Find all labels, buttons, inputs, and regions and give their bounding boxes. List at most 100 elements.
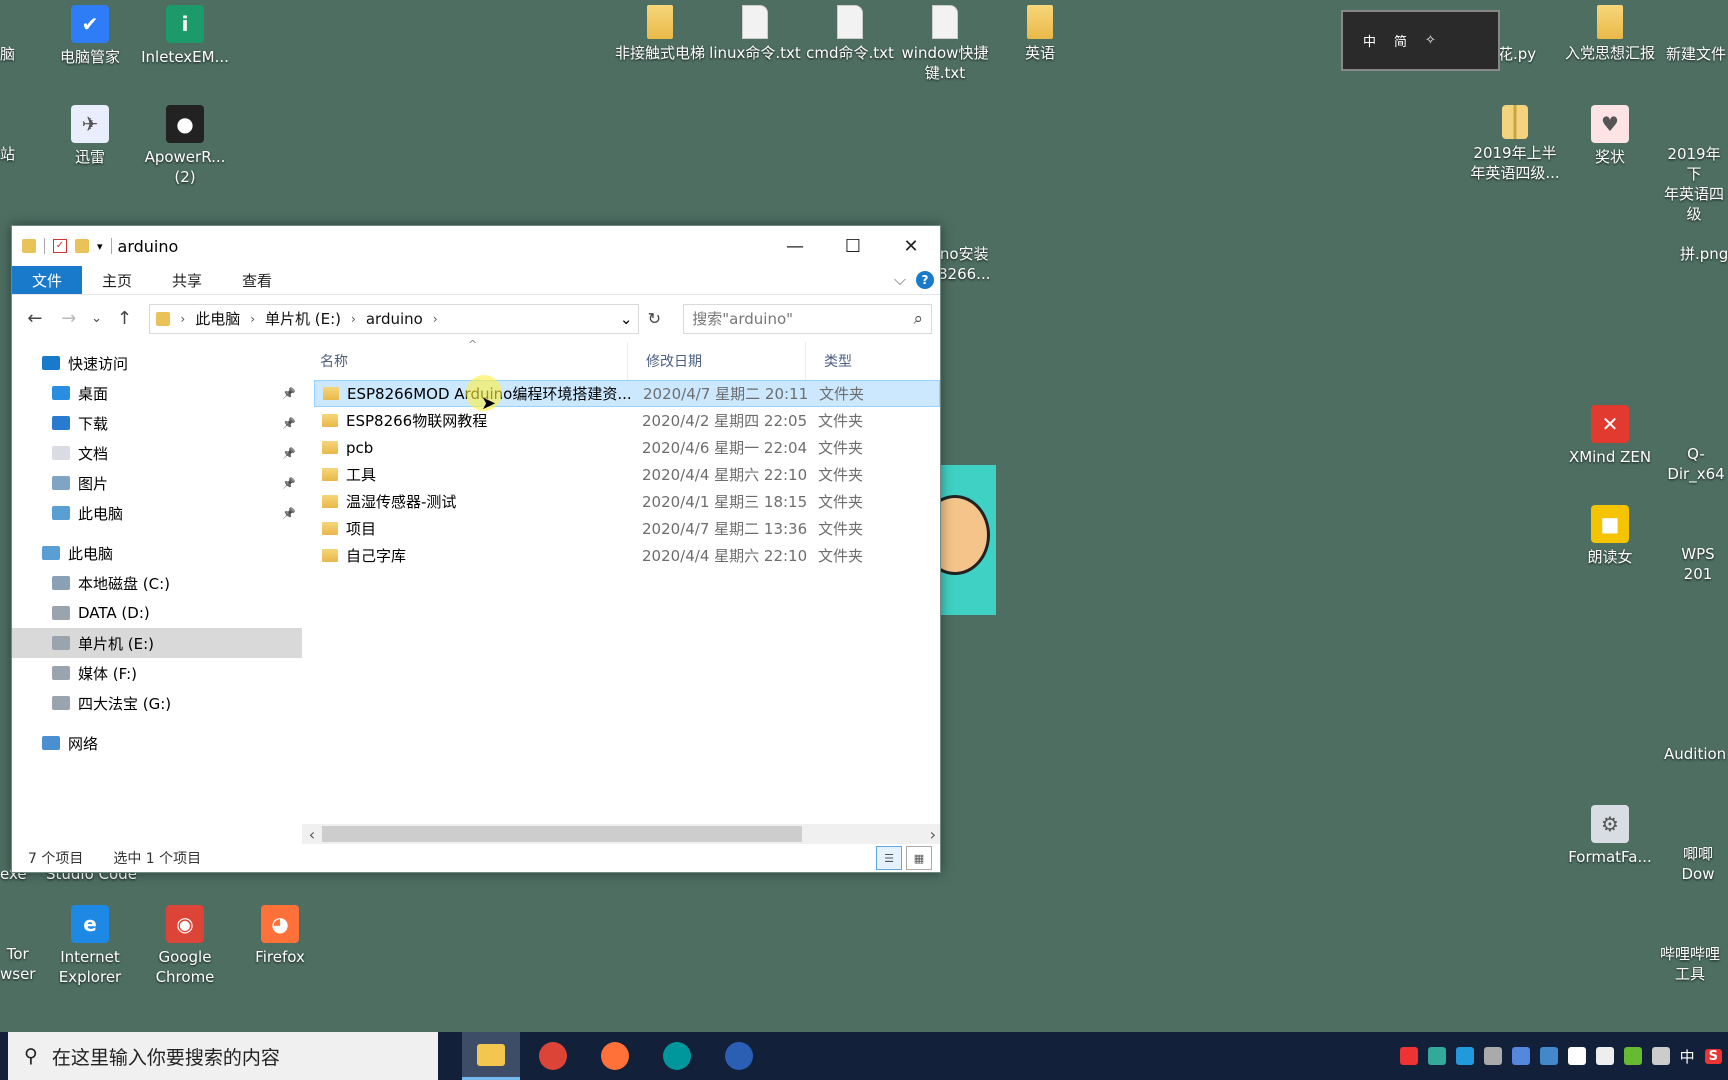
maximize-button[interactable]: ☐ bbox=[824, 226, 882, 266]
refresh-button[interactable]: ↻ bbox=[643, 304, 665, 334]
scroll-right-button[interactable]: › bbox=[930, 825, 936, 844]
desktop-icon[interactable]: ✔ 电脑管家 bbox=[42, 5, 138, 67]
desktop-icon-label-partial[interactable]: no安装 8266... bbox=[938, 244, 990, 284]
sidebar-item[interactable]: DATA (D:) bbox=[12, 598, 302, 628]
file-row[interactable]: 温湿传感器-测试 2020/4/1 星期三 18:15 文件夹 bbox=[314, 488, 940, 515]
close-button[interactable]: ✕ bbox=[882, 226, 940, 266]
sidebar-item[interactable]: 单片机 (E:) bbox=[12, 628, 302, 658]
sidebar-item[interactable]: 网络 bbox=[12, 728, 302, 758]
desktop-icon-label-partial[interactable]: Audition bbox=[1664, 744, 1726, 764]
sidebar-item[interactable]: 文档 📌 bbox=[12, 438, 302, 468]
desktop-icon[interactable]: 2019年上半 年英语四级... bbox=[1467, 105, 1563, 183]
desktop-icon[interactable]: ◉ Google Chrome bbox=[137, 905, 233, 987]
file-row[interactable]: ESP8266MOD Arduino编程环境搭建资... 2020/4/7 星期二… bbox=[314, 380, 940, 407]
tray-icon[interactable] bbox=[1455, 1047, 1474, 1065]
details-view-button[interactable]: ☰ bbox=[876, 846, 902, 870]
pin-icon[interactable]: 📌 bbox=[282, 477, 296, 490]
taskbar-app-file-explorer[interactable] bbox=[462, 1032, 520, 1080]
file-row[interactable]: ESP8266物联网教程 2020/4/2 星期四 22:05 文件夹 bbox=[314, 407, 940, 434]
ribbon-tab-1[interactable]: 主页 bbox=[82, 266, 152, 294]
desktop-icon[interactable]: ■ 朗读女 bbox=[1562, 505, 1658, 567]
tray-icon[interactable] bbox=[1399, 1047, 1418, 1065]
desktop-icon-label-partial[interactable]: 花.py bbox=[1498, 44, 1536, 64]
sidebar-item[interactable]: 媒体 (F:) bbox=[12, 658, 302, 688]
properties-icon[interactable]: ✓ bbox=[53, 239, 67, 253]
forward-button[interactable]: → bbox=[54, 304, 84, 334]
sidebar-item[interactable]: 此电脑 📌 bbox=[12, 498, 302, 528]
new-folder-icon[interactable] bbox=[75, 239, 89, 253]
sidebar-item[interactable]: 桌面 📌 bbox=[12, 378, 302, 408]
desktop-icon[interactable]: ✈ 迅雷 bbox=[42, 105, 138, 167]
scroll-left-button[interactable]: ‹ bbox=[302, 825, 322, 844]
minimize-button[interactable]: — bbox=[766, 226, 824, 266]
column-type[interactable]: 类型 bbox=[806, 342, 906, 380]
desktop-icon[interactable]: cmd命令.txt bbox=[802, 5, 898, 63]
pin-icon[interactable]: 📌 bbox=[282, 507, 296, 520]
search-input[interactable]: 搜索"arduino" bbox=[692, 308, 793, 329]
desktop-icon[interactable]: linux命令.txt bbox=[707, 5, 803, 63]
file-row[interactable]: pcb 2020/4/6 星期一 22:04 文件夹 bbox=[314, 434, 940, 461]
desktop-icon-label-partial[interactable]: 2019年下 年英语四级 bbox=[1660, 144, 1728, 224]
sidebar-item[interactable]: 四大法宝 (G:) bbox=[12, 688, 302, 718]
desktop-icon[interactable]: ⚙ FormatFa... bbox=[1562, 805, 1658, 867]
ime-indicator[interactable]: 中 bbox=[1680, 1046, 1695, 1067]
pin-icon[interactable]: 📌 bbox=[282, 447, 296, 460]
desktop-icon-label-partial[interactable]: 脑 bbox=[0, 44, 15, 64]
customize-toolbar-icon[interactable]: ▾ bbox=[97, 240, 103, 253]
address-bar[interactable]: › 此电脑 › 单片机 (E:) › arduino › ⌄ bbox=[149, 303, 640, 334]
tray-icon[interactable] bbox=[1595, 1047, 1614, 1065]
ribbon-tab-2[interactable]: 共享 bbox=[152, 266, 222, 294]
sidebar-item[interactable]: 图片 📌 bbox=[12, 468, 302, 498]
sidebar-item[interactable]: 此电脑 bbox=[12, 538, 302, 568]
file-row[interactable]: 工具 2020/4/4 星期六 22:10 文件夹 bbox=[314, 461, 940, 488]
desktop-icon-label-partial[interactable]: 站 bbox=[0, 144, 15, 164]
ribbon-expand-icon[interactable]: ⌵ bbox=[894, 270, 906, 290]
taskbar-app-chrome[interactable] bbox=[524, 1032, 582, 1080]
desktop-icon-label-partial[interactable]: Q-Dir_x64 bbox=[1664, 444, 1728, 484]
tray-icon[interactable] bbox=[1651, 1047, 1670, 1065]
desktop-icon[interactable]: i InletexEM... bbox=[137, 5, 233, 67]
file-row[interactable]: 项目 2020/4/7 星期二 13:36 文件夹 bbox=[314, 515, 940, 542]
breadcrumb-drive-e[interactable]: 单片机 (E:) bbox=[265, 308, 341, 329]
taskbar-app-visio[interactable] bbox=[710, 1032, 768, 1080]
scrollbar-thumb[interactable] bbox=[322, 826, 802, 842]
pin-icon[interactable]: 📌 bbox=[282, 417, 296, 430]
desktop-icon[interactable]: ● ApowerR... (2) bbox=[137, 105, 233, 187]
help-icon[interactable]: ? bbox=[916, 271, 934, 289]
tray-icon[interactable] bbox=[1567, 1047, 1586, 1065]
title-bar[interactable]: ✓ ▾ arduino — ☐ ✕ bbox=[12, 226, 940, 266]
desktop-icon-label-partial[interactable]: WPS 201 bbox=[1668, 544, 1728, 584]
sidebar-item[interactable]: 下载 📌 bbox=[12, 408, 302, 438]
taskbar-search-box[interactable]: ⚲ 在这里输入你要搜索的内容 bbox=[8, 1032, 438, 1080]
pin-icon[interactable]: 📌 bbox=[282, 387, 296, 400]
back-button[interactable]: ← bbox=[20, 304, 50, 334]
desktop-icon-label-partial[interactable]: 哔哩哔哩 工具 bbox=[1660, 944, 1720, 984]
sogou-tray-icon[interactable]: S bbox=[1704, 1048, 1722, 1064]
column-date[interactable]: 修改日期 bbox=[628, 342, 806, 380]
search-box[interactable]: 搜索"arduino" ⌕ bbox=[683, 303, 932, 334]
breadcrumb-this-pc[interactable]: 此电脑 bbox=[195, 308, 240, 329]
taskbar-search-input[interactable]: 在这里输入你要搜索的内容 bbox=[52, 1043, 280, 1070]
sidebar-item[interactable]: 快速访问 bbox=[12, 348, 302, 378]
up-button[interactable]: ↑ bbox=[110, 304, 140, 334]
tray-icon[interactable] bbox=[1427, 1047, 1446, 1065]
desktop-icon[interactable]: ♥ 奖状 bbox=[1562, 105, 1658, 167]
desktop-icon[interactable]: ◕ Firefox bbox=[232, 905, 328, 967]
tray-icon[interactable] bbox=[1511, 1047, 1530, 1065]
ribbon-tab-3[interactable]: 查看 bbox=[222, 266, 292, 294]
recent-locations-button[interactable]: ⌄ bbox=[88, 304, 106, 334]
ime-widget[interactable]: 中 简 ✧ bbox=[1341, 10, 1500, 71]
address-dropdown-icon[interactable]: ⌄ bbox=[620, 310, 633, 328]
taskbar-app-firefox[interactable] bbox=[586, 1032, 644, 1080]
desktop-icon[interactable]: 入党思想汇报 bbox=[1562, 5, 1658, 63]
large-icons-view-button[interactable]: ▦ bbox=[906, 846, 932, 870]
horizontal-scrollbar[interactable]: ‹ › bbox=[302, 824, 940, 844]
taskbar-app-arduino[interactable] bbox=[648, 1032, 706, 1080]
sidebar-item[interactable]: 本地磁盘 (C:) bbox=[12, 568, 302, 598]
desktop-icon-label-partial[interactable]: 唧唧Dow bbox=[1668, 844, 1728, 884]
desktop-icon-label-partial[interactable]: 拼.png bbox=[1680, 244, 1728, 264]
ribbon-tab-0[interactable]: 文件 bbox=[12, 266, 83, 294]
tray-icon[interactable] bbox=[1623, 1047, 1642, 1065]
desktop-icon-label-partial[interactable]: 新建文件 bbox=[1666, 44, 1726, 64]
breadcrumb-arduino[interactable]: arduino bbox=[366, 310, 423, 328]
